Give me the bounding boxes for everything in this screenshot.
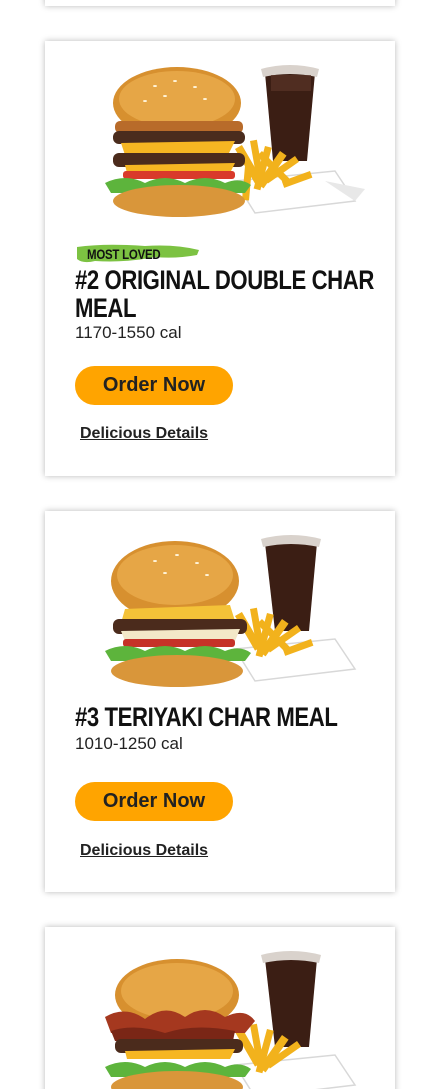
most-loved-badge: MOST LOVED (75, 243, 201, 265)
double-char-meal-image[interactable] (85, 61, 365, 221)
order-now-button[interactable]: Order Now (75, 366, 233, 405)
meal-card[interactable]: #3 Teriyaki Char Meal 1010-1250 cal Orde… (45, 511, 395, 892)
calorie-range: 1010-1250 cal (75, 734, 183, 753)
badge-label: MOST LOVED (87, 246, 161, 262)
menu-page: MOST LOVED #2 Original Double Char Meal … (0, 0, 430, 1089)
calorie-range: 1170-1550 cal (75, 323, 182, 342)
delicious-details-link[interactable]: Delicious Details (80, 425, 208, 443)
order-now-button[interactable]: Order Now (75, 782, 233, 821)
teriyaki-char-meal-image[interactable] (85, 531, 365, 691)
meal-card-previous[interactable] (45, 0, 395, 6)
meal-card[interactable] (45, 927, 395, 1089)
bacon-burger-meal-image[interactable] (85, 947, 365, 1089)
meal-title[interactable]: #3 Teriyaki Char Meal (75, 703, 374, 731)
meal-card[interactable]: MOST LOVED #2 Original Double Char Meal … (45, 41, 395, 476)
delicious-details-link[interactable]: Delicious Details (80, 842, 208, 860)
meal-title[interactable]: #2 Original Double Char Meal (75, 266, 374, 322)
